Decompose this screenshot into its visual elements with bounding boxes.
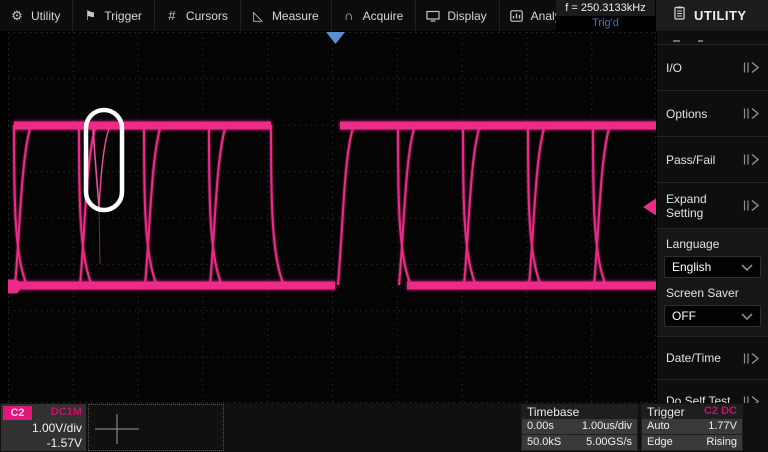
chevron-down-icon [741,260,753,274]
partial-menu-item[interactable] [657,31,768,45]
channel-coupling: DC1M [51,406,82,418]
trigger-level: 1.77V [708,419,737,434]
trigger-descriptor[interactable]: Trigger C2 DC Auto 1.77V Edge Rising [641,404,743,451]
menu-trigger-label: Trigger [104,9,142,23]
sidebar-item-datetime[interactable]: Date/Time [657,337,768,380]
glitch-trace [93,129,109,264]
sidebar-item-expand-setting[interactable]: Expand Setting [657,183,768,229]
menu-cursors[interactable]: # Cursors [155,0,241,31]
trigger-position-marker [326,32,345,44]
trigger-mode: Auto [647,419,670,434]
flag-icon: ⚑ [83,9,97,22]
channel-scale: 1.00V/div [32,421,82,435]
menu-utility-label: Utility [31,9,60,23]
screen-saver-select-value: OFF [672,309,696,323]
menu-utility[interactable]: ⚙ Utility [0,0,73,31]
menu-bar: ⚙ Utility ⚑ Trigger # Cursors ◺ Measure … [0,0,556,31]
empty-channel-slot[interactable] [88,404,224,451]
menu-acquire[interactable]: ∩ Acquire [332,0,417,31]
utility-menu-panel: I/O Options Pass/Fail Expand Setting Lan [656,31,768,403]
sidebar-item-io[interactable]: I/O [657,45,768,91]
timebase-samples: 50.0kS [527,435,561,450]
screen-saver-label: Screen Saver [664,278,761,305]
sidebar-selects-section: Language English Screen Saver OFF [657,229,768,337]
sidebar-item-options-label: Options [666,107,707,121]
menu-cursors-label: Cursors [186,9,228,23]
measure-icon: ◺ [251,9,265,22]
analysis-icon [510,10,524,22]
menu-measure-label: Measure [272,9,319,23]
channel-badge: C2 [3,406,32,420]
sidebar-item-expand-setting-label: Expand Setting [666,192,743,220]
trigger-source: C2 DC [704,405,737,419]
cursors-icon: # [165,9,179,22]
trigger-type: Edge [647,435,673,450]
menu-display-label: Display [447,9,486,23]
timebase-descriptor[interactable]: Timebase 0.00s 1.00us/div 50.0kS 5.00GS/… [521,404,638,451]
language-select[interactable]: English [664,256,761,278]
chevron-down-icon [741,309,753,323]
submenu-arrow-icon [743,353,759,364]
submenu-arrow-icon [743,154,759,165]
sidebar-item-passfail-label: Pass/Fail [666,153,715,167]
menu-measure[interactable]: ◺ Measure [241,0,332,31]
language-label: Language [664,234,761,256]
sidebar-item-passfail[interactable]: Pass/Fail [657,137,768,183]
timebase-rate: 5.00GS/s [586,435,632,450]
trigger-slope: Rising [706,435,737,450]
waveform-display [8,32,656,403]
submenu-arrow-icon [743,108,759,119]
timebase-scale: 1.00us/div [582,419,632,434]
graticule [8,32,656,403]
sidebar-header: UTILITY [656,0,768,31]
gear-icon: ⚙ [10,9,24,22]
channel-c2-descriptor[interactable]: C2 DC1M 1.00V/div -1.57V [1,404,86,451]
trigger-state-label: Trig'd [556,16,655,30]
submenu-arrow-icon [743,200,759,211]
oscilloscope-screen: ⚙ Utility ⚑ Trigger # Cursors ◺ Measure … [0,0,768,452]
submenu-arrow-icon [743,62,759,73]
menu-acquire-label: Acquire [363,9,404,23]
frequency-readout: f = 250.3133kHz Trig'd [556,0,655,31]
timebase-label: Timebase [521,404,638,419]
clipboard-icon [674,6,685,25]
trigger-label: Trigger [647,405,685,419]
screen-saver-select[interactable]: OFF [664,305,761,327]
sidebar-item-io-label: I/O [666,61,682,75]
timebase-delay: 0.00s [527,419,554,434]
display-icon [426,10,440,22]
sidebar-item-options[interactable]: Options [657,91,768,137]
sidebar-item-datetime-label: Date/Time [666,351,721,365]
menu-trigger[interactable]: ⚑ Trigger [73,0,155,31]
status-bar: C2 DC1M 1.00V/div -1.57V Timebase 0.00s … [0,403,768,452]
frequency-value: f = 250.3133kHz [556,0,655,16]
language-select-value: English [672,260,711,274]
channel-offset-value: -1.57V [47,436,82,450]
acquire-icon: ∩ [342,9,356,22]
menu-display[interactable]: Display [416,0,499,31]
sidebar-title: UTILITY [694,8,747,23]
trigger-level-marker [643,199,656,216]
